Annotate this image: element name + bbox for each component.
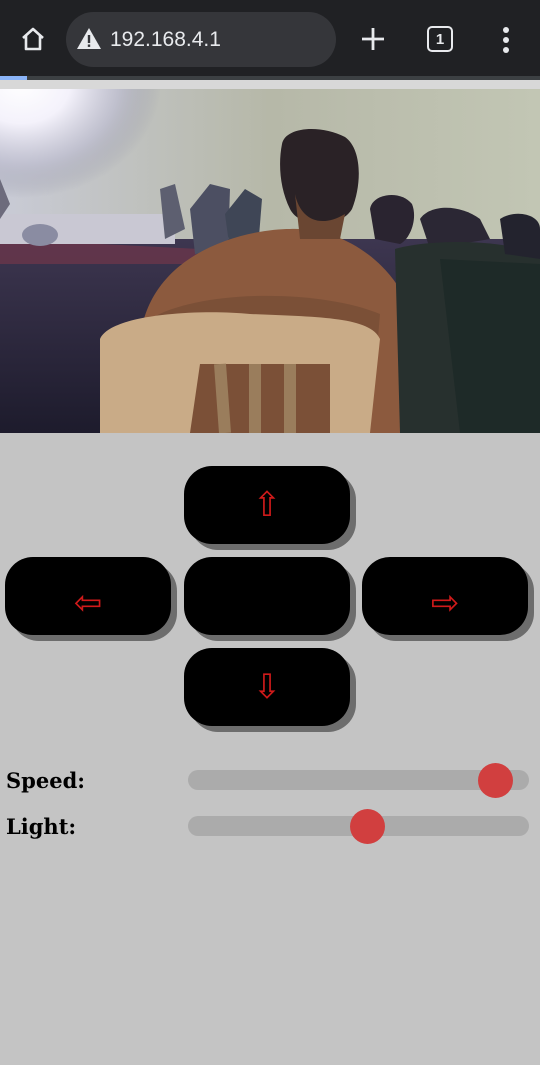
kebab-menu-icon[interactable] [496,24,516,56]
home-icon[interactable] [14,20,52,58]
camera-stream-image [0,89,540,433]
plus-icon[interactable] [356,22,390,56]
not-secure-warning-icon[interactable] [76,26,102,52]
url-text[interactable]: 192.168.4.1 [110,26,221,53]
backward-button[interactable]: ⇩ [184,648,350,726]
browser-toolbar: 192.168.4.1 1 [0,0,540,76]
arrow-down-icon: ⇩ [252,667,282,707]
speed-slider-thumb[interactable] [477,763,513,798]
light-slider-thumb[interactable] [350,809,386,844]
tab-switcher-icon[interactable]: 1 [427,26,453,52]
arrow-left-icon: ⇦ [73,583,103,623]
arrow-right-icon: ⇨ [430,583,460,623]
arrow-up-icon: ⇧ [252,485,282,525]
address-bar[interactable]: 192.168.4.1 [66,12,336,67]
speed-label: Speed: [6,768,86,793]
right-button[interactable]: ⇨ [362,557,528,635]
forward-button[interactable]: ⇧ [184,466,350,544]
light-slider[interactable] [188,809,529,844]
speed-slider[interactable] [188,763,529,798]
stop-button[interactable] [184,557,350,635]
light-label: Light: [6,814,77,839]
camera-stream [0,89,540,433]
tab-count: 1 [435,30,445,48]
left-button[interactable]: ⇦ [5,557,171,635]
page-top-strip [0,80,540,89]
